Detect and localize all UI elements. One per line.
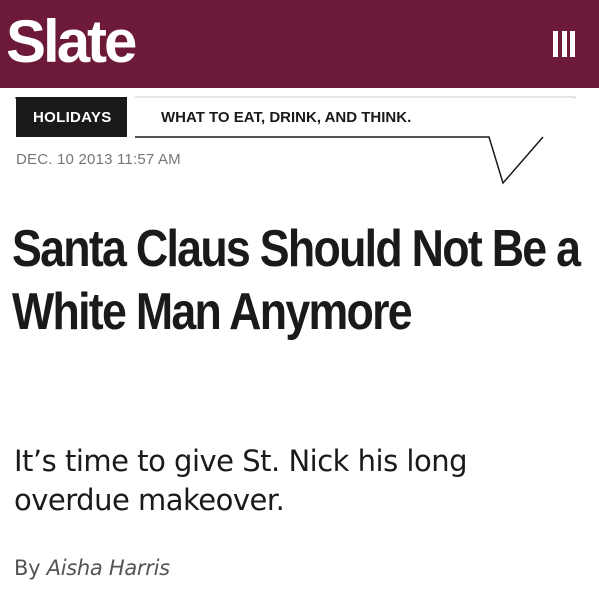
site-logo-text: Slate: [6, 7, 137, 75]
article-byline: By Aisha Harris: [14, 556, 170, 580]
article-headline: Santa Claus Should Not Be a White Man An…: [12, 220, 581, 341]
section-description: WHAT TO EAT, DRINK, AND THINK.: [161, 108, 412, 126]
site-header: Slate: [0, 0, 599, 88]
section-tag-label: HOLIDAYS: [33, 108, 112, 126]
section-tag-holidays[interactable]: HOLIDAYS: [16, 97, 127, 137]
article-subhead: It’s time to give St. Nick his long over…: [14, 444, 468, 517]
author-link[interactable]: Aisha Harris: [47, 556, 170, 580]
article-dateline: DEC. 10 2013 11:57 AM: [16, 151, 181, 168]
menu-bar: [570, 31, 575, 57]
site-logo[interactable]: Slate: [0, 0, 188, 88]
menu-bar: [561, 31, 567, 57]
hamburger-menu-icon[interactable]: [553, 31, 575, 57]
menu-bar: [553, 31, 558, 57]
section-row: HOLIDAYS WHAT TO EAT, DRINK, AND THINK.: [16, 97, 576, 137]
byline-prefix: By: [14, 556, 41, 580]
